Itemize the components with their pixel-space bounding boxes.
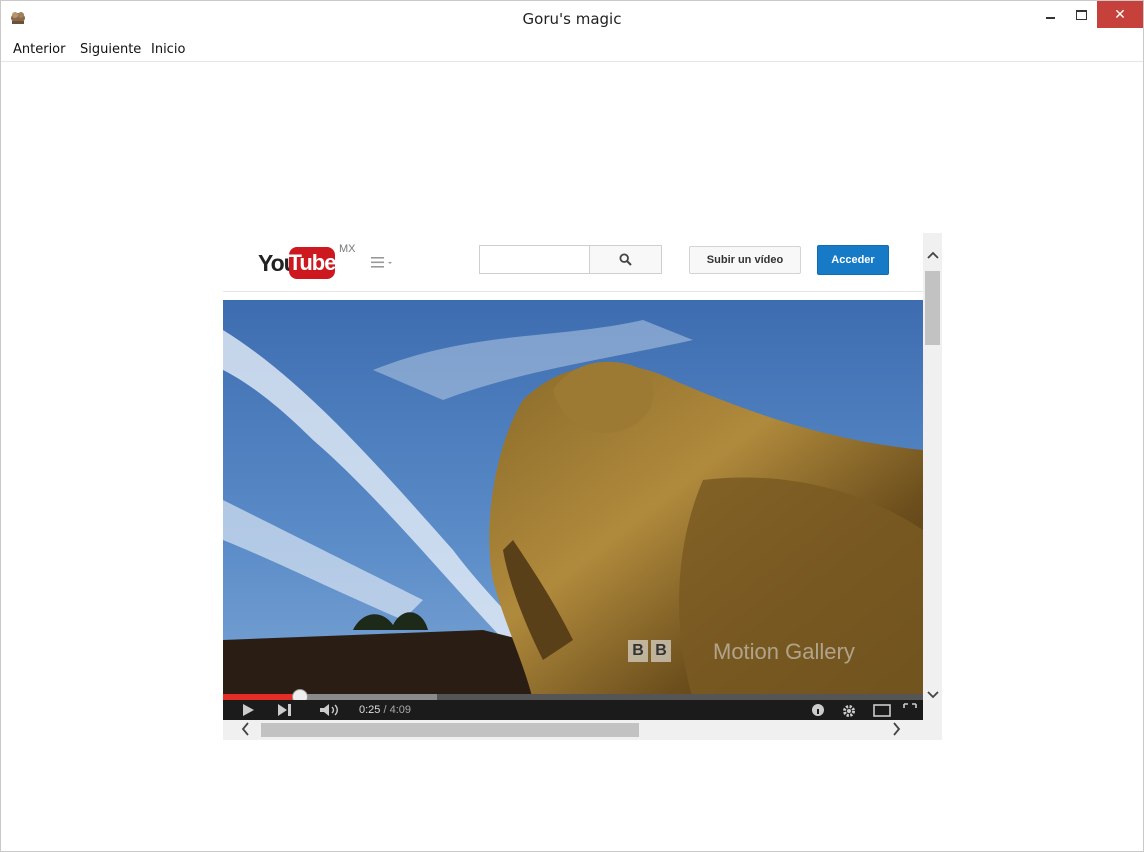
scroll-right-icon[interactable] [893,722,901,740]
menu-bar: Anterior Siguiente Inicio [1,39,1143,62]
duration: 4:09 [389,704,412,716]
region-label: MX [339,243,356,255]
search-icon [619,253,632,266]
title-bar[interactable]: Goru's magic ✕ [1,1,1143,39]
close-icon: ✕ [1114,6,1126,23]
vertical-scroll-thumb[interactable] [925,271,940,345]
close-button[interactable]: ✕ [1097,1,1143,28]
menu-item-anterior[interactable]: Anterior [13,42,65,57]
logo-tube: Tube [289,247,336,279]
signin-button[interactable]: Acceder [817,245,889,275]
scroll-down-icon[interactable] [927,689,939,702]
maximize-button[interactable] [1067,1,1095,29]
time-separator: / [380,704,390,716]
bbc-watermark-logo: B B [628,640,671,662]
next-icon[interactable] [277,703,293,717]
menu-item-inicio[interactable]: Inicio [151,42,185,57]
horizontal-scrollbar[interactable] [223,720,923,740]
youtube-header: You Tube MX Subir un vídeo Acceder [223,233,923,292]
watermark-text: Motion Gallery [713,639,855,664]
embedded-browser: You Tube MX Subir un vídeo Acceder B B M… [223,233,942,740]
vertical-scrollbar[interactable] [923,233,942,720]
search-button[interactable] [589,245,662,274]
guide-menu-icon[interactable] [371,257,395,269]
bbc-letter-b2: B [651,640,671,662]
play-icon[interactable] [241,703,255,717]
horizontal-scroll-thumb[interactable] [261,723,639,737]
window-title: Goru's magic [522,10,622,28]
bbc-letter-b1: B [628,640,648,662]
upload-video-button[interactable]: Subir un vídeo [689,246,801,274]
minimize-icon [1045,17,1055,19]
scroll-up-icon[interactable] [927,249,939,262]
maximize-icon [1075,10,1087,20]
menu-item-siguiente[interactable]: Siguiente [80,42,141,57]
gear-icon[interactable] [841,703,857,719]
theater-mode-icon[interactable] [873,703,893,717]
player-controls: 0:25 / 4:09 [223,700,923,720]
time-display: 0:25 / 4:09 [359,704,411,716]
scroll-left-icon[interactable] [241,722,249,740]
scrollbar-corner [923,720,942,740]
minimize-button[interactable] [1035,1,1065,29]
search-input[interactable] [479,245,589,274]
video-player[interactable]: B B Motion Gallery 0:25 / 4:09 [223,300,923,720]
current-time: 0:25 [359,704,381,716]
info-icon[interactable] [811,703,825,717]
fullscreen-icon[interactable] [903,703,917,717]
app-window: Goru's magic ✕ Anterior Siguiente Inicio… [0,0,1144,852]
volume-icon[interactable] [319,703,345,717]
